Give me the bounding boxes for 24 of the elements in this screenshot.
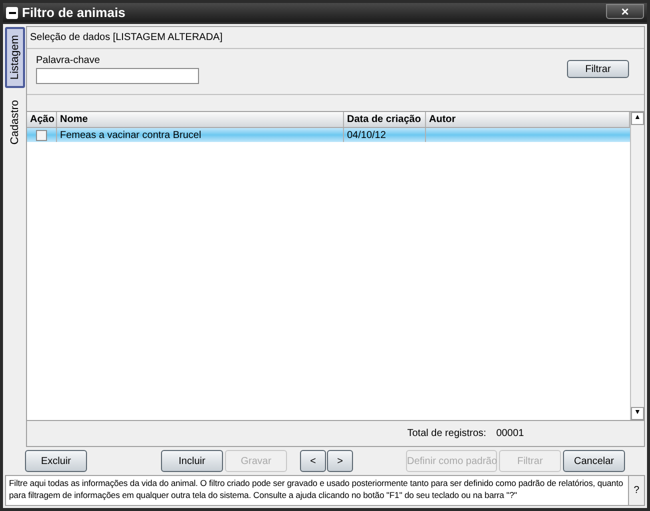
total-value: 00001 xyxy=(496,427,524,441)
action-button[interactable]: Incluir xyxy=(161,450,223,472)
column-header[interactable]: Data de criação xyxy=(344,112,426,127)
filter-button[interactable]: Filtrar xyxy=(567,60,629,78)
action-button[interactable]: Excluir xyxy=(25,450,87,472)
table-cell: 04/10/12 xyxy=(344,128,426,142)
window-menu-icon[interactable] xyxy=(6,6,18,18)
column-header[interactable]: Ação xyxy=(27,112,57,127)
keyword-field[interactable] xyxy=(36,68,199,84)
section-title: Seleção de dados [LISTAGEM ALTERADA] xyxy=(27,27,644,49)
field-label: Palavra-chave xyxy=(36,54,101,68)
close-button[interactable]: × xyxy=(606,4,644,18)
help-text: Filtre aqui todas as informações da vida do animal. O filtro criado pode ser gravado e usado posteriormente tanto para ser definido como padrão de relatórios, quanto para filtragem de informações em qualquer outra tela do sistema. Consulte a ajuda clicando no botão "F1" do seu teclado ou na barra "?" xyxy=(9,477,624,501)
table-cell: Femeas a vacinar contra Brucel xyxy=(57,128,344,142)
help-button[interactable]: ? xyxy=(628,476,644,505)
action-button[interactable]: Cancelar xyxy=(563,450,625,472)
action-button[interactable]: > xyxy=(327,450,353,472)
row-checkbox[interactable] xyxy=(36,130,47,140)
column-header[interactable]: Nome xyxy=(57,112,344,127)
window-title: Filtro de animais xyxy=(22,4,126,22)
total-label: Total de registros: xyxy=(407,427,486,441)
side-tab[interactable]: Cadastro xyxy=(5,94,25,150)
action-button[interactable]: < xyxy=(300,450,326,472)
side-tab[interactable]: Listagem xyxy=(5,27,25,88)
